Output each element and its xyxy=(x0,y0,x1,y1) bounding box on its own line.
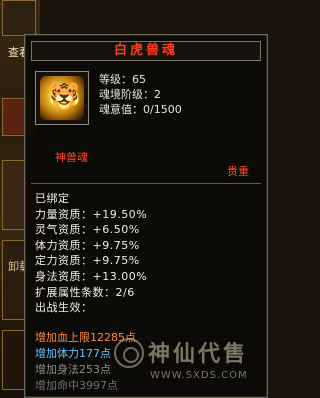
extension-attribute-count: 扩展属性条数：2/6 xyxy=(35,285,135,299)
bound-status: 已绑定 xyxy=(35,192,70,205)
title-bar: 白虎兽魂 xyxy=(31,41,261,61)
item-basic-stats: 等级：65 魂境阶级：2 魂意值：0/1500 xyxy=(99,72,182,117)
effect-row: 增加身法253点 xyxy=(35,363,111,376)
effect-row: 增加命中3997点 xyxy=(35,379,118,392)
attribute-row: 力量资质：+19.50% xyxy=(35,207,148,221)
battle-effects: 增加血上限12285点 增加体力177点 增加身法253点 增加命中3997点 xyxy=(35,330,136,394)
attribute-row: 体力资质：+9.75% xyxy=(35,238,140,252)
soul-will-stat: 魂意值：0/1500 xyxy=(99,103,182,116)
effect-row: 增加血上限12285点 xyxy=(35,331,136,344)
soul-realm-stat: 魂境阶级：2 xyxy=(99,88,161,101)
item-title: 白虎兽魂 xyxy=(113,43,178,58)
attribute-row: 定力资质：+9.75% xyxy=(35,254,140,268)
level-stat: 等级：65 xyxy=(99,73,146,86)
background-frame xyxy=(2,0,36,36)
battle-effect-heading: 出战生效： xyxy=(35,301,93,315)
item-type-label: 神兽魂 xyxy=(55,151,88,164)
white-tiger-soul-icon xyxy=(40,76,84,120)
attribute-row: 身法资质：+13.00% xyxy=(35,269,148,283)
attribute-list: 已绑定 力量资质：+19.50% 灵气资质：+6.50% 体力资质：+9.75%… xyxy=(35,191,147,316)
item-tooltip: 白虎兽魂 等级：65 魂境阶级：2 魂意值：0/1500 神兽魂 贵重 已绑定 … xyxy=(24,34,268,398)
item-icon-frame xyxy=(35,71,89,125)
rarity-label: 贵重 xyxy=(227,165,249,178)
effect-row: 增加体力177点 xyxy=(35,347,111,360)
attribute-row: 灵气资质：+6.50% xyxy=(35,223,140,237)
divider xyxy=(31,183,261,184)
